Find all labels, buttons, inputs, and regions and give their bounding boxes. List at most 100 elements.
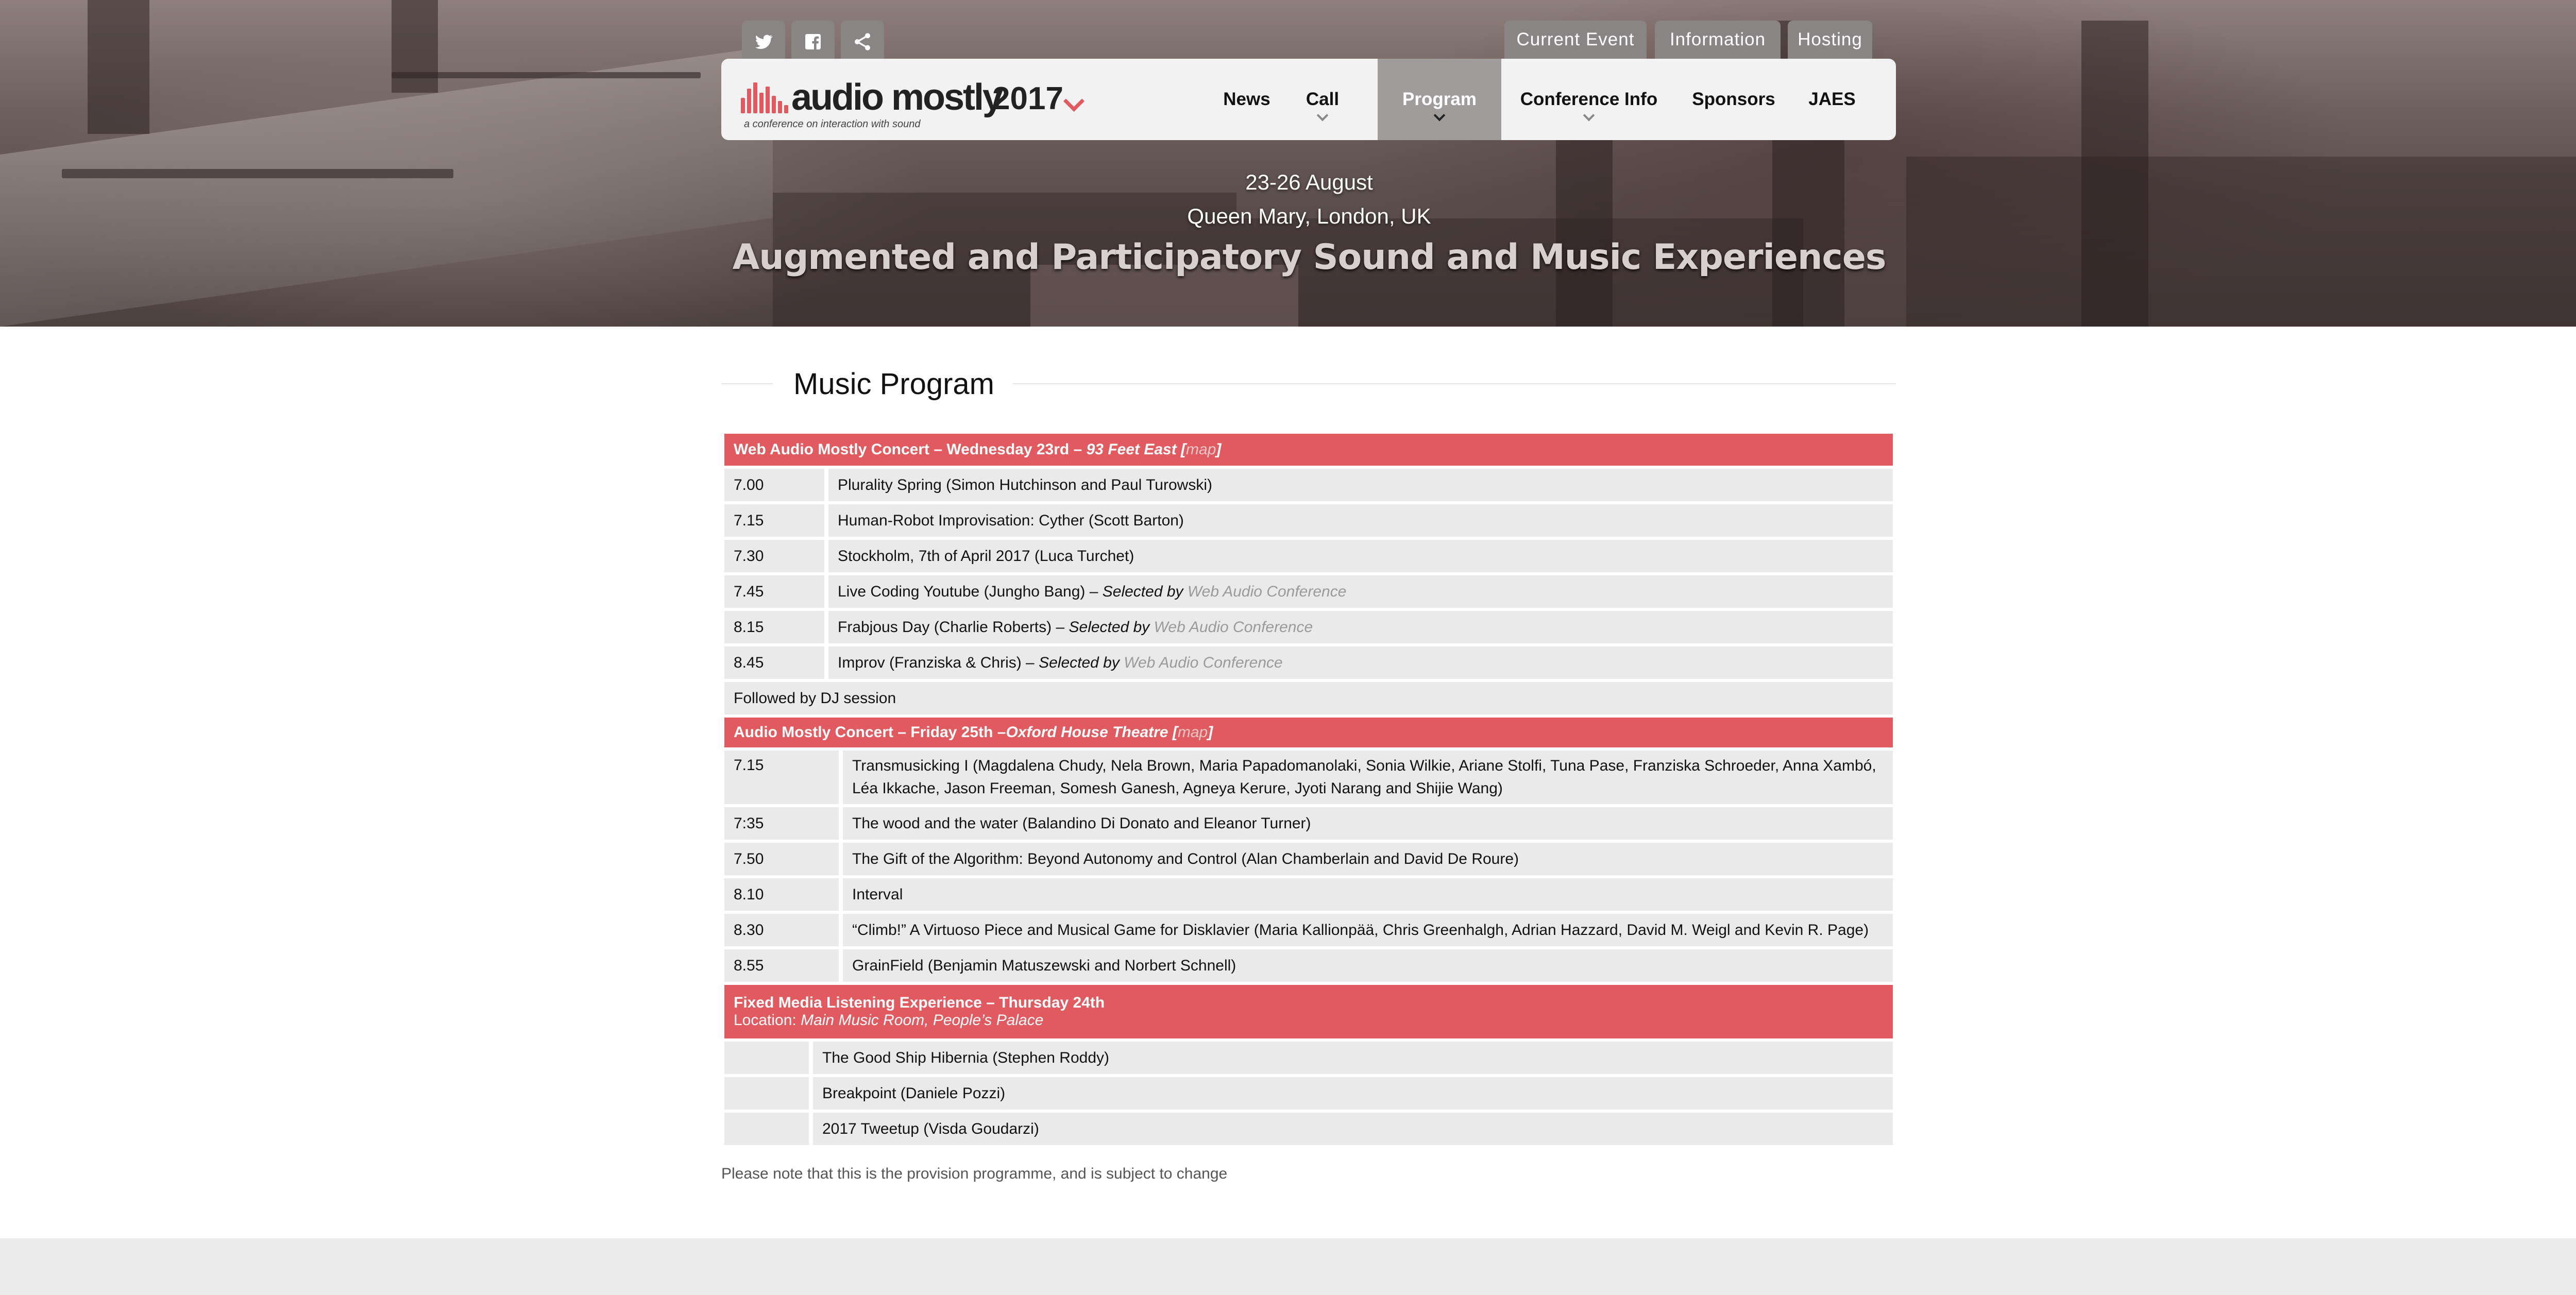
nav-conference-info[interactable]: Conference Info — [1505, 59, 1672, 140]
nav-label: Call — [1306, 89, 1340, 109]
hero-banner: Current Event Information Hosting audio … — [0, 0, 2576, 327]
row-time-empty — [724, 1113, 809, 1145]
bracket: ] — [1208, 724, 1213, 741]
facebook-button[interactable] — [791, 21, 835, 63]
chevron-down-icon — [1583, 109, 1595, 122]
program-row: 7.45 Live Coding Youtube (Jungho Bang) –… — [724, 575, 1893, 608]
program-row: 7.15 Transmusicking I (Magdalena Chudy, … — [724, 751, 1893, 804]
map-link[interactable]: map — [1178, 724, 1208, 741]
concert-title: Web Audio Mostly Concert – Wednesday 23r… — [734, 441, 1087, 458]
row-title: Plurality Spring (Simon Hutchinson and P… — [828, 469, 1893, 501]
tab-hosting[interactable]: Hosting — [1788, 21, 1872, 59]
row-title-text: “Climb!” A Virtuoso Piece and Musical Ga… — [852, 921, 1869, 939]
row-title-text: Live Coding Youtube (Jungho Bang) – — [838, 583, 1103, 600]
row-time: 8.55 — [724, 949, 839, 982]
provisional-note: Please note that this is the provision p… — [721, 1165, 1228, 1182]
row-title-text: Transmusicking I (Magdalena Chudy, Nela … — [852, 757, 1876, 797]
selected-by-label: Selected by — [1069, 618, 1154, 636]
logo-equalizer-icon — [741, 81, 791, 113]
row-time: 7.30 — [724, 540, 824, 572]
row-title: Stockholm, 7th of April 2017 (Luca Turch… — [828, 540, 1893, 572]
concert-venue: 93 Feet East — [1086, 441, 1177, 458]
logo-tagline: a conference on interaction with sound — [744, 118, 921, 130]
row-title-text: 2017 Tweetup (Visda Goudarzi) — [822, 1120, 1039, 1137]
row-time: 7.50 — [724, 843, 839, 875]
nav-label: Program — [1402, 89, 1477, 109]
logo-text: audio mostly — [791, 77, 1003, 118]
program-row: 2017 Tweetup (Visda Goudarzi) — [724, 1113, 1893, 1145]
row-title-text: Improv (Franziska & Chris) – — [838, 654, 1039, 671]
fixed-media-location: Location: Main Music Room, People’s Pala… — [734, 1012, 1043, 1029]
nav-label: Sponsors — [1692, 89, 1775, 109]
hero-date: 23-26 August — [1245, 170, 1373, 194]
web-audio-conference-link[interactable]: Web Audio Conference — [1124, 652, 1283, 674]
row-title: Transmusicking I (Magdalena Chudy, Nela … — [843, 751, 1893, 804]
tab-information[interactable]: Information — [1655, 21, 1781, 59]
row-title-text: Frabjous Day (Charlie Roberts) – — [838, 618, 1069, 636]
program-row: 8.55 GrainField (Benjamin Matuszewski an… — [724, 949, 1893, 982]
row-title: Breakpoint (Daniele Pozzi) — [813, 1077, 1893, 1110]
nav-news[interactable]: News — [1205, 59, 1289, 140]
twitter-button[interactable] — [742, 21, 785, 63]
bracket: [ — [1168, 724, 1178, 741]
row-title-text: Interval — [852, 885, 903, 903]
row-title-text: Human-Robot Improvisation: Cyther (Scott… — [838, 512, 1184, 529]
row-title-text: The wood and the water (Balandino Di Don… — [852, 814, 1311, 832]
share-icon — [855, 33, 870, 50]
share-button[interactable] — [841, 21, 884, 63]
main-navbar: audio mostly 2017 a conference on intera… — [721, 59, 1896, 140]
nav-sponsors[interactable]: Sponsors — [1675, 59, 1792, 140]
program-row: 7.15 Human-Robot Improvisation: Cyther (… — [724, 504, 1893, 537]
hero-title: Augmented and Participatory Sound and Mu… — [732, 237, 1887, 278]
row-time: 7.15 — [724, 504, 824, 537]
row-title: The Good Ship Hibernia (Stephen Roddy) — [813, 1042, 1893, 1074]
concert-header: Audio Mostly Concert – Friday 25th – Oxf… — [724, 718, 1893, 747]
row-title: The Gift of the Algorithm: Beyond Autono… — [843, 843, 1893, 875]
row-time: 8.30 — [724, 914, 839, 946]
program-row: 8.15 Frabjous Day (Charlie Roberts) – Se… — [724, 611, 1893, 643]
program-row: Breakpoint (Daniele Pozzi) — [724, 1077, 1893, 1110]
site-logo[interactable]: audio mostly 2017 a conference on intera… — [741, 77, 1101, 130]
dj-session-note: Followed by DJ session — [724, 682, 1893, 714]
row-time: 8.45 — [724, 646, 824, 679]
program-row: 8.30 “Climb!” A Virtuoso Piece and Music… — [724, 914, 1893, 946]
row-time: 8.15 — [724, 611, 824, 643]
row-title: Human-Robot Improvisation: Cyther (Scott… — [828, 504, 1893, 537]
row-time: 7.15 — [724, 751, 839, 804]
row-time-empty — [724, 1077, 809, 1110]
row-title: Improv (Franziska & Chris) – Selected by… — [828, 646, 1893, 679]
page-footer — [0, 1238, 2576, 1295]
row-title: 2017 Tweetup (Visda Goudarzi) — [813, 1113, 1893, 1145]
concert-venue: Oxford House Theatre — [1006, 724, 1168, 741]
row-title-text: GrainField (Benjamin Matuszewski and Nor… — [852, 957, 1236, 974]
logo-year: 2017 — [992, 81, 1063, 116]
row-time: 7:35 — [724, 807, 839, 840]
program-row: 8.45 Improv (Franziska & Chris) – Select… — [724, 646, 1893, 679]
nav-jaes[interactable]: JAES — [1798, 59, 1866, 140]
tab-label: Current Event — [1516, 29, 1635, 49]
row-title-text: Stockholm, 7th of April 2017 (Luca Turch… — [838, 547, 1134, 565]
web-audio-conference-link[interactable]: Web Audio Conference — [1154, 616, 1313, 639]
row-time-empty — [724, 1042, 809, 1074]
title-rule-left — [721, 383, 773, 384]
nav-call[interactable]: Call — [1289, 59, 1356, 140]
row-title-text: The Good Ship Hibernia (Stephen Roddy) — [822, 1049, 1109, 1066]
program-row: 8.10 Interval — [724, 878, 1893, 911]
map-link[interactable]: map — [1186, 441, 1216, 458]
web-audio-conference-link[interactable]: Web Audio Conference — [1188, 581, 1347, 603]
location-value: Main Music Room, People’s Palace — [801, 1012, 1044, 1029]
row-time: 8.10 — [724, 878, 839, 911]
nav-program[interactable]: Program — [1378, 59, 1501, 140]
nav-label: Conference Info — [1520, 89, 1658, 109]
row-title: “Climb!” A Virtuoso Piece and Musical Ga… — [843, 914, 1893, 946]
hero-bridge-graphic — [392, 72, 701, 78]
program-row: Followed by DJ session — [724, 682, 1893, 714]
logo-chevron-icon — [1063, 90, 1085, 112]
nav-label: News — [1223, 89, 1270, 109]
row-title: The wood and the water (Balandino Di Don… — [843, 807, 1893, 840]
tab-current-event[interactable]: Current Event — [1504, 21, 1647, 59]
row-title: GrainField (Benjamin Matuszewski and Nor… — [843, 949, 1893, 982]
program-row: 7:35 The wood and the water (Balandino D… — [724, 807, 1893, 840]
program-row: 7.00 Plurality Spring (Simon Hutchinson … — [724, 469, 1893, 501]
bracket: ] — [1216, 441, 1222, 458]
